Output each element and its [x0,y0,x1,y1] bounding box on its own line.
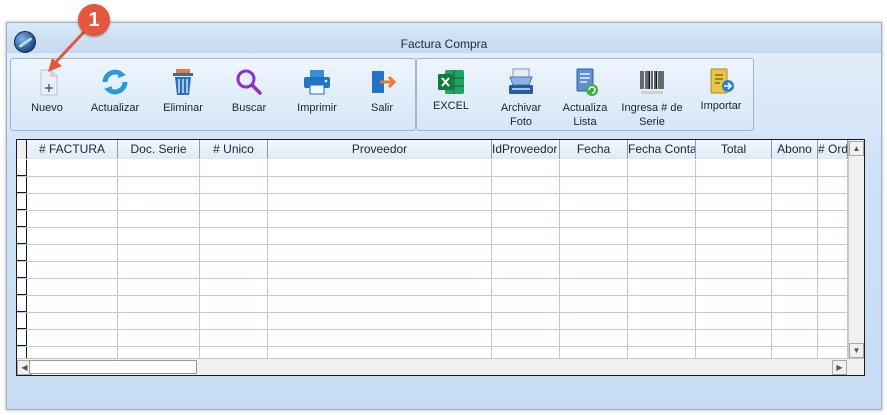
step-callout-badge: 1 [78,4,110,36]
callout-arrow [48,30,86,72]
